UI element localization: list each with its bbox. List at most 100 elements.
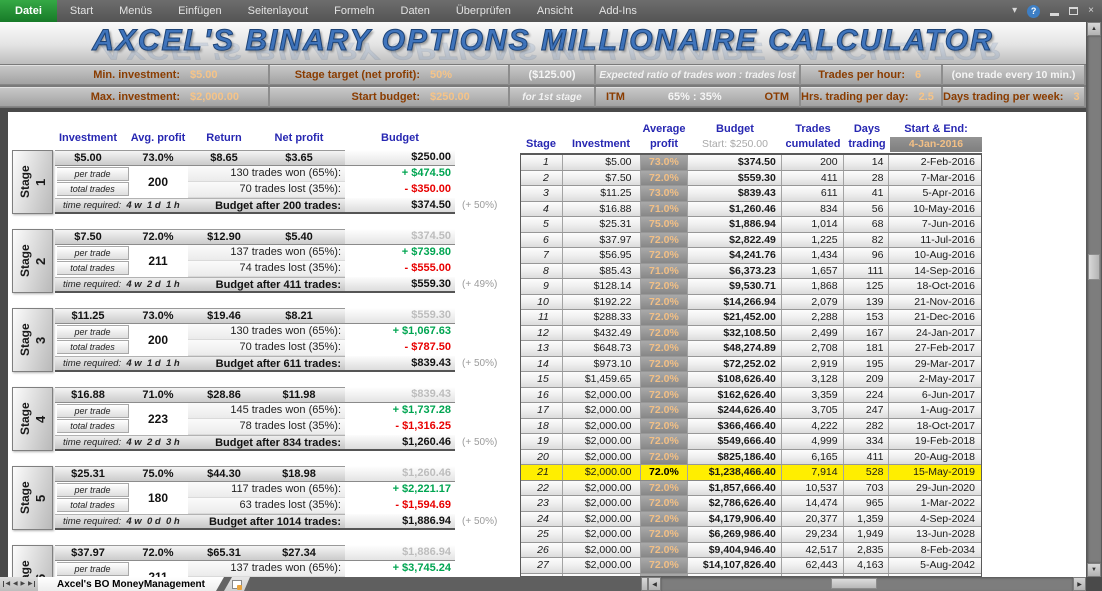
cell-investment[interactable]: $11.25: [563, 186, 641, 201]
cell-end-date[interactable]: 13-Jun-2028: [889, 527, 981, 542]
cell-avg-profit[interactable]: 72.0%: [641, 171, 689, 186]
menu-tab[interactable]: Menüs: [106, 0, 165, 22]
menu-tab[interactable]: Formeln: [321, 0, 387, 22]
cell-budget[interactable]: $2,786,626.40: [688, 496, 782, 511]
cell-budget-start[interactable]: $1,260.46: [345, 466, 455, 482]
cell-budget[interactable]: $48,274.89: [688, 341, 782, 356]
cell-avg-profit[interactable]: 72.0%: [641, 279, 689, 294]
cell-trades-cumulated[interactable]: 2,288: [782, 310, 844, 325]
cell-stage[interactable]: 18: [521, 419, 563, 434]
start-budget-value[interactable]: $250.00: [430, 91, 508, 103]
cell-investment[interactable]: $7.50: [55, 230, 121, 244]
trades-won-label[interactable]: 145 trades won (65%):: [188, 403, 345, 419]
cell-total-trades[interactable]: 200: [130, 324, 186, 356]
cell-stage[interactable]: 7: [521, 248, 563, 263]
cell-net-profit[interactable]: $11.98: [253, 388, 345, 402]
cell-budget[interactable]: $374.50: [688, 155, 782, 170]
cell-stage[interactable]: 24: [521, 512, 563, 527]
menu-tab[interactable]: Datei: [0, 0, 57, 22]
trades-per-hour-value[interactable]: 6: [915, 69, 941, 81]
cell-days-trading[interactable]: 167: [844, 326, 890, 341]
cell-avg-profit[interactable]: 72.0%: [641, 465, 689, 480]
trades-lost-label[interactable]: 78 trades lost (35%):: [188, 419, 345, 435]
cell-trades-cumulated[interactable]: 4,999: [782, 434, 844, 449]
stage-label[interactable]: Stage 2: [12, 229, 53, 293]
cell-days-trading[interactable]: 411: [844, 450, 890, 465]
cell-days-trading[interactable]: 2,835: [844, 543, 890, 558]
next-sheet-icon[interactable]: ▶: [20, 581, 25, 587]
hscroll-left-icon[interactable]: ◀: [648, 577, 661, 591]
cell-investment[interactable]: $25.31: [55, 467, 121, 481]
cell-end-date[interactable]: 21-Dec-2016: [889, 310, 981, 325]
cell-days-trading[interactable]: 96: [844, 248, 890, 263]
cell-budget-start[interactable]: $1,886.94: [345, 545, 455, 561]
cell-trades-cumulated[interactable]: 14,474: [782, 496, 844, 511]
cell-budget[interactable]: $825,186.40: [688, 450, 782, 465]
cell-stage[interactable]: 26: [521, 543, 563, 558]
cell-end-date[interactable]: 1-Aug-2017: [889, 403, 981, 418]
cell-stage[interactable]: 6: [521, 233, 563, 248]
trades-lost-amount[interactable]: - $1,316.25: [345, 419, 455, 435]
cell-trades-cumulated[interactable]: 834: [782, 202, 844, 217]
cell-investment[interactable]: $2,000.00: [563, 465, 641, 480]
trades-lost-amount[interactable]: - $787.50: [345, 340, 455, 356]
cell-budget-start[interactable]: $839.43: [345, 387, 455, 403]
cell-investment[interactable]: $5.00: [563, 155, 641, 170]
start-date-cell[interactable]: 4-Jan-2016: [890, 137, 982, 152]
cell-investment[interactable]: $128.14: [563, 279, 641, 294]
cell-avg-profit[interactable]: 72.0%: [641, 512, 689, 527]
cell-budget-start[interactable]: $559.30: [345, 308, 455, 324]
menu-tab[interactable]: Start: [57, 0, 106, 22]
last-sheet-icon[interactable]: ▶: [28, 581, 35, 587]
hscroll-right-icon[interactable]: ▶: [1073, 577, 1086, 591]
cell-trades-cumulated[interactable]: 411: [782, 171, 844, 186]
cell-end-date[interactable]: 5-Apr-2016: [889, 186, 981, 201]
cell-net-profit[interactable]: $27.34: [253, 546, 345, 560]
vscroll-thumb[interactable]: [1088, 254, 1100, 280]
cell-end-date[interactable]: 24-Jan-2017: [889, 326, 981, 341]
cell-trades-cumulated[interactable]: 2,919: [782, 357, 844, 372]
cell-stage[interactable]: 4: [521, 202, 563, 217]
cell-investment[interactable]: $16.88: [563, 202, 641, 217]
cell-avg-profit[interactable]: 73.0%: [121, 151, 195, 165]
cell-stage[interactable]: 9: [521, 279, 563, 294]
minimize-icon[interactable]: [1050, 13, 1059, 16]
cell-budget[interactable]: $1,238,466.40: [688, 465, 782, 480]
cell-trades-cumulated[interactable]: 3,359: [782, 388, 844, 403]
cell-avg-profit[interactable]: 72.0%: [121, 546, 195, 560]
cell-net-profit[interactable]: $8.21: [253, 309, 345, 323]
restore-icon[interactable]: [1069, 7, 1078, 15]
cell-end-date[interactable]: 2-May-2017: [889, 372, 981, 387]
cell-trades-cumulated[interactable]: 2,708: [782, 341, 844, 356]
cell-budget[interactable]: $839.43: [688, 186, 782, 201]
cell-trades-cumulated[interactable]: 1,868: [782, 279, 844, 294]
cell-investment[interactable]: $2,000.00: [563, 496, 641, 511]
cell-days-trading[interactable]: 282: [844, 419, 890, 434]
cell-avg-profit[interactable]: 72.0%: [121, 230, 195, 244]
trades-lost-label[interactable]: 70 trades lost (35%):: [188, 340, 345, 356]
stage-label[interactable]: Stage 1: [12, 150, 53, 214]
cell-avg-profit[interactable]: 72.0%: [641, 310, 689, 325]
cell-return[interactable]: $12.90: [195, 230, 253, 244]
cell-end-date[interactable]: 29-Jun-2020: [889, 481, 981, 496]
vscroll-down-icon[interactable]: ▼: [1087, 563, 1101, 577]
cell-budget[interactable]: $1,886.94: [688, 217, 782, 232]
cell-stage[interactable]: 14: [521, 357, 563, 372]
menu-tab[interactable]: Add-Ins: [586, 0, 650, 22]
cell-days-trading[interactable]: 82: [844, 233, 890, 248]
max-investment-value[interactable]: $2,000.00: [190, 91, 268, 103]
cell-budget[interactable]: $108,626.40: [688, 372, 782, 387]
cell-end-date[interactable]: 10-May-2016: [889, 202, 981, 217]
cell-avg-profit[interactable]: 72.0%: [641, 527, 689, 542]
trades-lost-label[interactable]: 70 trades lost (35%):: [188, 182, 345, 198]
cell-avg-profit[interactable]: 72.0%: [641, 543, 689, 558]
stage-label[interactable]: Stage 6: [12, 545, 53, 577]
vertical-scrollbar[interactable]: ▲ ▼: [1086, 22, 1102, 577]
cell-net-profit[interactable]: $3.65: [253, 151, 345, 165]
cell-days-trading[interactable]: 1,359: [844, 512, 890, 527]
cell-trades-cumulated[interactable]: 20,377: [782, 512, 844, 527]
cell-investment[interactable]: $37.97: [563, 233, 641, 248]
cell-investment[interactable]: $2,000.00: [563, 558, 641, 573]
cell-budget-start[interactable]: $374.50: [345, 229, 455, 245]
cell-days-trading[interactable]: 195: [844, 357, 890, 372]
